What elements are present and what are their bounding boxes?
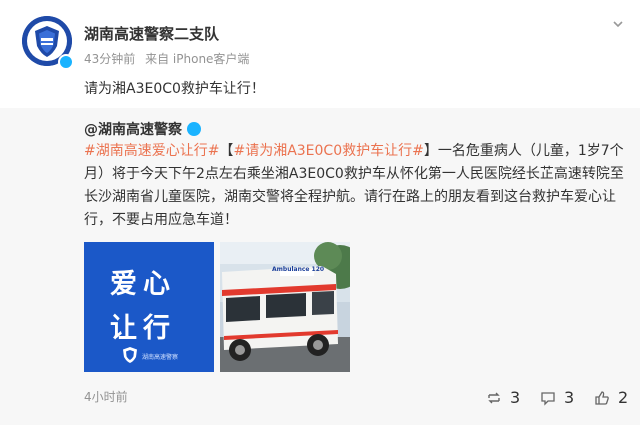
repost-card: @湖南高速警察 #湖南高速爱心让行#【#请为湘A3E0C0救护车让行#】一名危重… <box>0 108 640 425</box>
post-source: 来自 iPhone客户端 <box>145 52 250 66</box>
repost-icon <box>488 392 500 403</box>
repost-button[interactable]: 3 <box>486 388 520 407</box>
ambulance-label: Ambulance 120 <box>272 266 325 273</box>
image-thumbnail-ambulance[interactable]: Ambulance 120 <box>220 242 350 372</box>
ambulance-photo <box>220 242 350 372</box>
comment-icon <box>541 391 555 406</box>
post-header: 湖南高速警察二支队 43分钟前 来自 iPhone客户端 请为湘A3E0C0救护… <box>0 0 640 108</box>
verified-icon <box>58 54 74 70</box>
post-text: 请为湘A3E0C0救护车让行！ <box>84 81 265 97</box>
post-time[interactable]: 43分钟前 <box>84 52 135 66</box>
chevron-down-icon[interactable] <box>612 18 624 30</box>
topic-link[interactable]: #湖南高速爱心让行# <box>84 143 219 159</box>
repost-author-name[interactable]: @湖南高速警察 <box>84 122 182 138</box>
like-count: 2 <box>618 388 629 407</box>
comment-button[interactable]: 3 <box>540 388 574 407</box>
shield-emblem-icon <box>123 347 137 363</box>
like-icon <box>595 390 609 405</box>
like-button[interactable]: 2 <box>594 388 628 407</box>
repost-time[interactable]: 4小时前 <box>84 388 128 405</box>
verified-icon <box>187 122 201 136</box>
repost-text: #湖南高速爱心让行#【#请为湘A3E0C0救护车让行#】一名危重病人（儿童，1岁… <box>84 140 629 232</box>
poster-logo-text: 湖南高速警察 <box>142 354 179 361</box>
poster-text-2: 让行 <box>110 313 176 344</box>
bracket-close: 】 <box>423 143 438 159</box>
post-meta: 43分钟前 来自 iPhone客户端 <box>84 50 249 67</box>
topic-link[interactable]: #请为湘A3E0C0救护车让行# <box>233 143 423 159</box>
post-author[interactable]: 湖南高速警察二支队 <box>84 23 219 44</box>
repost-count: 3 <box>510 388 521 407</box>
repost-author: @湖南高速警察 <box>84 119 201 139</box>
poster-text-1: 爱心 <box>110 269 176 300</box>
bracket-open: 【 <box>219 143 234 159</box>
comment-count: 3 <box>564 388 575 407</box>
image-thumbnail-poster[interactable]: 爱心 让行 湖南高速警察 <box>84 242 214 372</box>
